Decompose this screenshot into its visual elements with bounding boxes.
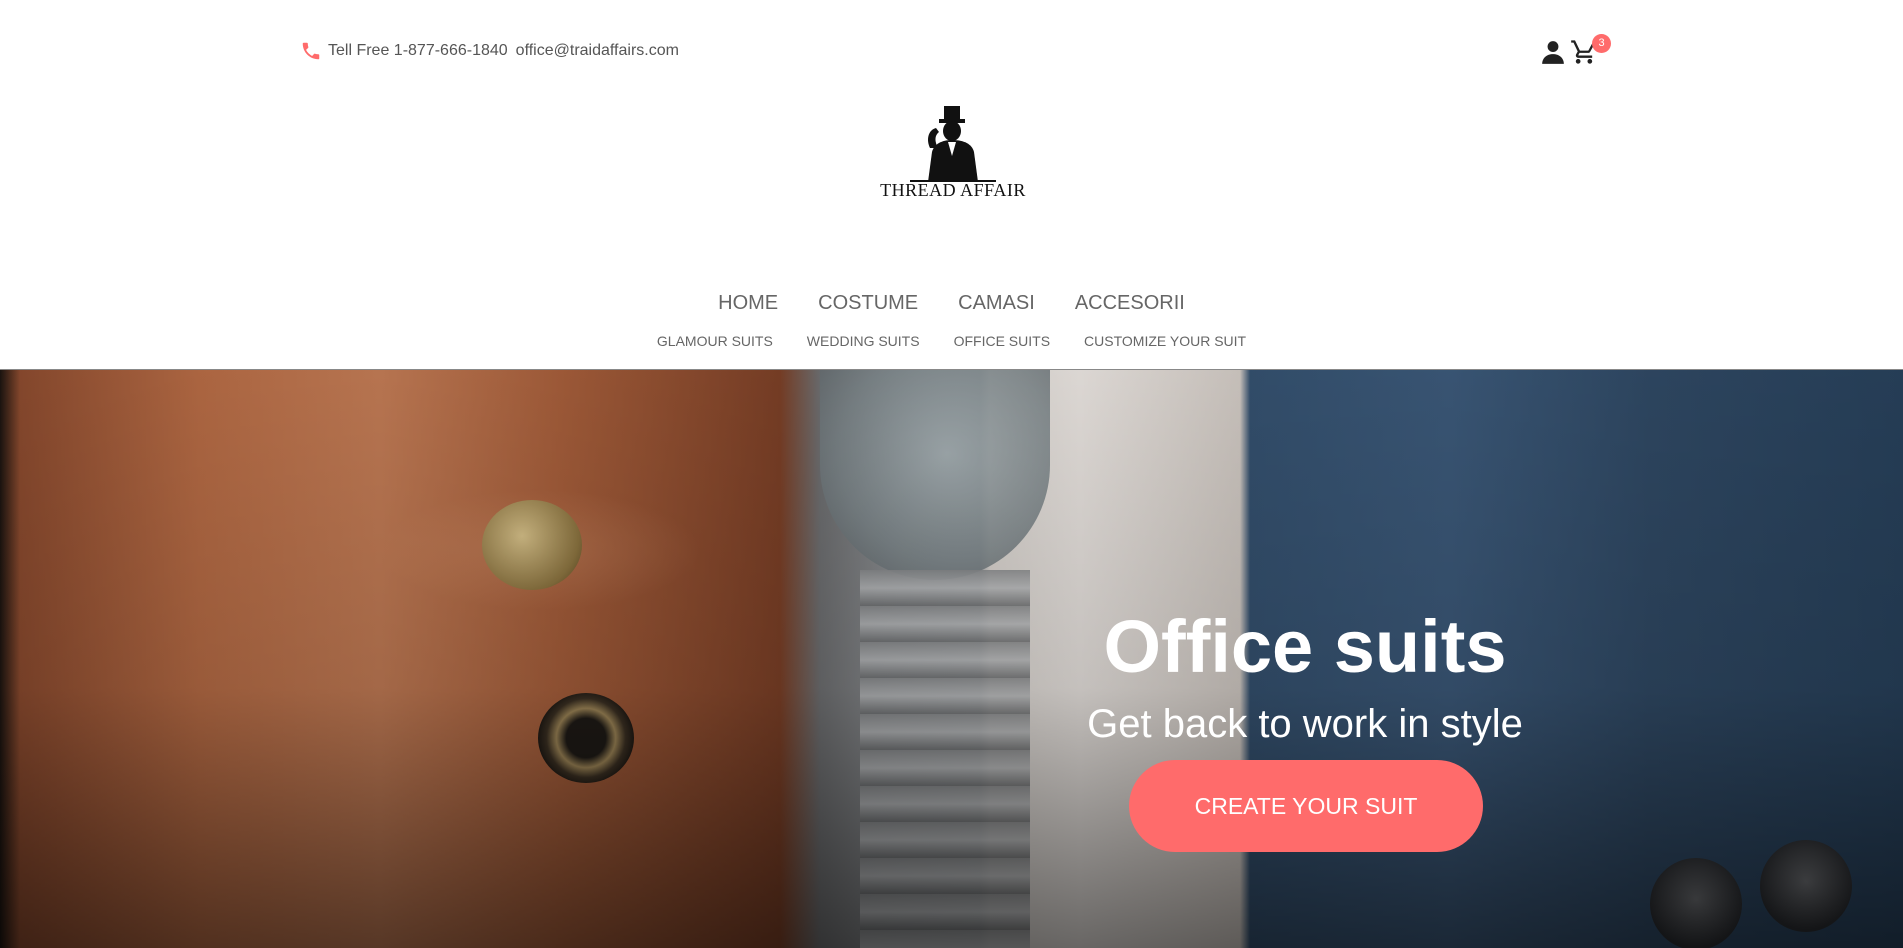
hero-overlay	[0, 370, 1903, 948]
hero-content: Office suits Get back to work in style C…	[1000, 370, 1610, 948]
main-navigation: HOME COSTUME CAMASI ACCESORII	[0, 292, 1903, 315]
nav-item-accesorii[interactable]: ACCESORII	[1075, 292, 1185, 315]
subnav-item-customize-your-suit[interactable]: CUSTOMIZE YOUR SUIT	[1084, 333, 1246, 349]
phone-number[interactable]: Tell Free 1-877-666-1840	[328, 42, 508, 60]
subnav-item-wedding-suits[interactable]: WEDDING SUITS	[807, 333, 920, 349]
gentleman-logo-icon	[910, 106, 996, 182]
subnav-item-office-suits[interactable]: OFFICE SUITS	[954, 333, 1050, 349]
user-actions: 3	[1540, 34, 1611, 66]
nav-item-camasi[interactable]: CAMASI	[958, 292, 1035, 315]
hero-title: Office suits	[1103, 605, 1507, 688]
email-link[interactable]: office@traidaffairs.com	[516, 42, 679, 60]
sub-navigation: GLAMOUR SUITS WEDDING SUITS OFFICE SUITS…	[0, 333, 1903, 349]
hero-banner: Office suits Get back to work in style C…	[0, 370, 1903, 948]
site-logo[interactable]: THREAD AFFAIR	[880, 104, 1026, 202]
contact-info: Tell Free 1-877-666-1840 office@traidaff…	[300, 40, 679, 62]
cart-count-badge: 3	[1592, 34, 1611, 53]
subnav-item-glamour-suits[interactable]: GLAMOUR SUITS	[657, 333, 773, 349]
phone-icon	[300, 40, 322, 62]
hero-subtitle: Get back to work in style	[1087, 702, 1523, 746]
top-bar: Tell Free 1-877-666-1840 office@traidaff…	[0, 0, 1903, 90]
nav-item-home[interactable]: HOME	[718, 292, 778, 315]
logo-text: THREAD AFFAIR	[880, 180, 1026, 200]
user-icon[interactable]	[1540, 38, 1566, 66]
nav-item-costume[interactable]: COSTUME	[818, 292, 918, 315]
cart-button[interactable]: 3	[1570, 34, 1611, 66]
create-your-suit-button[interactable]: CREATE YOUR SUIT	[1129, 760, 1483, 852]
